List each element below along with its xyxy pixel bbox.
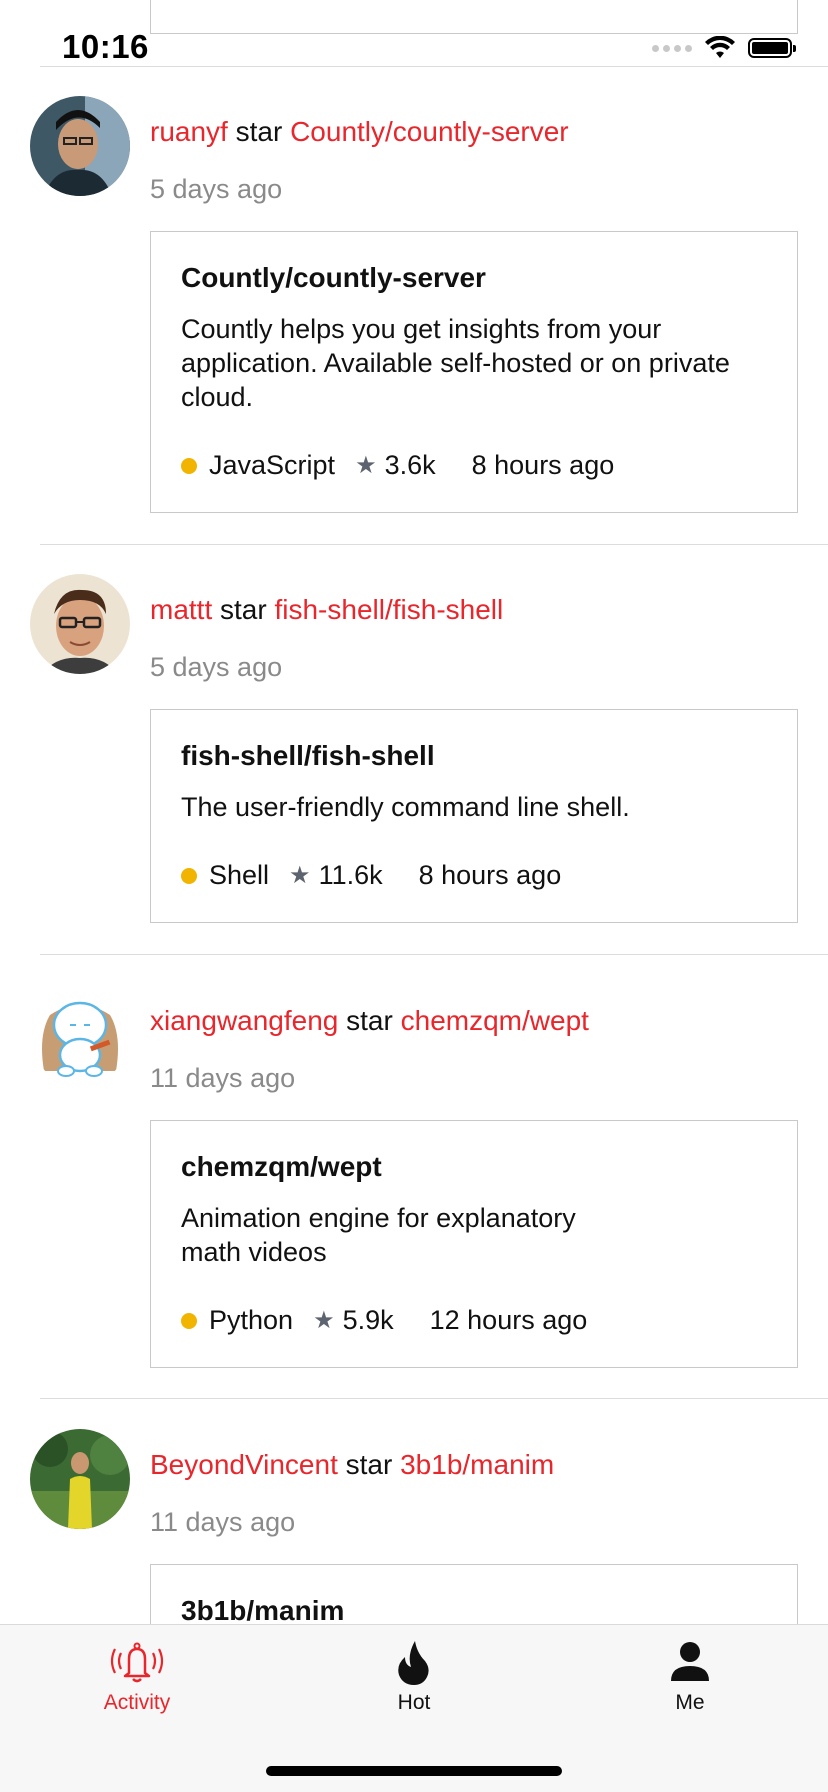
repo-card[interactable]: chemzqm/wept Animation engine for explan… — [150, 1120, 798, 1368]
repo-language: Shell — [209, 860, 270, 890]
divider — [40, 1398, 828, 1399]
flame-icon — [398, 1641, 429, 1685]
star-icon: ★ — [313, 1307, 335, 1334]
wifi-icon — [705, 36, 735, 58]
tab-label: Hot — [397, 1691, 431, 1714]
repo-card-title: Countly/countly-server — [181, 262, 486, 293]
repo-link[interactable]: chemzqm/wept — [401, 1005, 589, 1036]
repo-card-description: Countly helps you get insights from your… — [181, 314, 730, 412]
bell-icon — [110, 1642, 164, 1683]
activity-time: 5 days ago — [150, 652, 283, 682]
tab-label: Me — [675, 1691, 705, 1714]
repo-card-meta: JavaScript ★ 3.6k 8 hours ago — [181, 450, 614, 481]
star-icon: ★ — [355, 452, 377, 479]
repo-card-title: 3b1b/manim — [181, 1595, 345, 1626]
user-link[interactable]: ruanyf — [150, 116, 228, 147]
repo-link[interactable]: 3b1b/manim — [400, 1449, 554, 1480]
repo-card[interactable]: Countly/countly-server Countly helps you… — [150, 231, 798, 513]
avatar-beyondvincent[interactable] — [30, 1429, 130, 1529]
repo-card-meta: Shell ★ 11.6k 8 hours ago — [181, 860, 561, 891]
repo-card-title: chemzqm/wept — [181, 1151, 382, 1182]
activity-time: 11 days ago — [150, 1063, 296, 1093]
activity-time: 5 days ago — [150, 174, 283, 204]
language-dot-icon — [181, 867, 197, 884]
avatar-mattt[interactable] — [30, 574, 130, 674]
repo-updated: 8 hours ago — [471, 450, 615, 480]
repo-updated: 12 hours ago — [429, 1305, 588, 1335]
divider — [40, 954, 828, 955]
action-text: star — [220, 594, 267, 625]
activity-headline: ruanyf star Countly/countly-server — [150, 116, 569, 148]
avatar-ruanyf[interactable] — [30, 96, 130, 196]
home-indicator[interactable] — [266, 1766, 562, 1776]
repo-stars: 11.6k — [318, 860, 383, 890]
repo-card-meta: Python ★ 5.9k 12 hours ago — [181, 1305, 587, 1336]
battery-icon — [748, 38, 796, 58]
star-icon: ★ — [289, 862, 311, 889]
activity-time: 11 days ago — [150, 1507, 296, 1537]
status-bar: 10:16 — [0, 0, 828, 66]
divider — [40, 66, 828, 67]
user-link[interactable]: BeyondVincent — [150, 1449, 338, 1480]
repo-language: Python — [209, 1305, 294, 1335]
activity-headline: xiangwangfeng star chemzqm/wept — [150, 1005, 589, 1037]
status-indicators — [652, 36, 796, 60]
repo-card-title: fish-shell/fish-shell — [181, 740, 435, 771]
status-time: 10:16 — [62, 28, 149, 65]
language-dot-icon — [181, 457, 197, 474]
repo-card[interactable]: fish-shell/fish-shell The user-friendly … — [150, 709, 798, 923]
user-link[interactable]: xiangwangfeng — [150, 1005, 338, 1036]
tab-label: Activity — [103, 1691, 171, 1714]
activity-headline: mattt star fish-shell/fish-shell — [150, 594, 503, 626]
cellular-signal-icon — [652, 44, 692, 52]
tab-me[interactable]: Me — [590, 1639, 790, 1715]
repo-stars: 3.6k — [384, 450, 436, 480]
repo-updated: 8 hours ago — [418, 860, 562, 890]
user-link[interactable]: mattt — [150, 594, 212, 625]
repo-link[interactable]: fish-shell/fish-shell — [274, 594, 503, 625]
repo-link[interactable]: Countly/countly-server — [290, 116, 569, 147]
avatar-xiangwangfeng[interactable] — [30, 985, 130, 1085]
action-text: star — [346, 1005, 393, 1036]
repo-language: JavaScript — [209, 450, 336, 480]
divider — [40, 544, 828, 545]
activity-headline: BeyondVincent star 3b1b/manim — [150, 1449, 554, 1481]
repo-card-description: Animation engine for explanatory math vi… — [181, 1203, 576, 1267]
action-text: star — [235, 116, 283, 147]
tab-activity[interactable]: Activity — [37, 1639, 237, 1715]
tab-hot[interactable]: Hot — [314, 1639, 514, 1715]
repo-card-description: The user-friendly command line shell. — [181, 792, 630, 822]
repo-stars: 5.9k — [342, 1305, 394, 1335]
language-dot-icon — [181, 1312, 197, 1329]
person-icon — [671, 1642, 709, 1681]
action-text: star — [345, 1449, 393, 1480]
